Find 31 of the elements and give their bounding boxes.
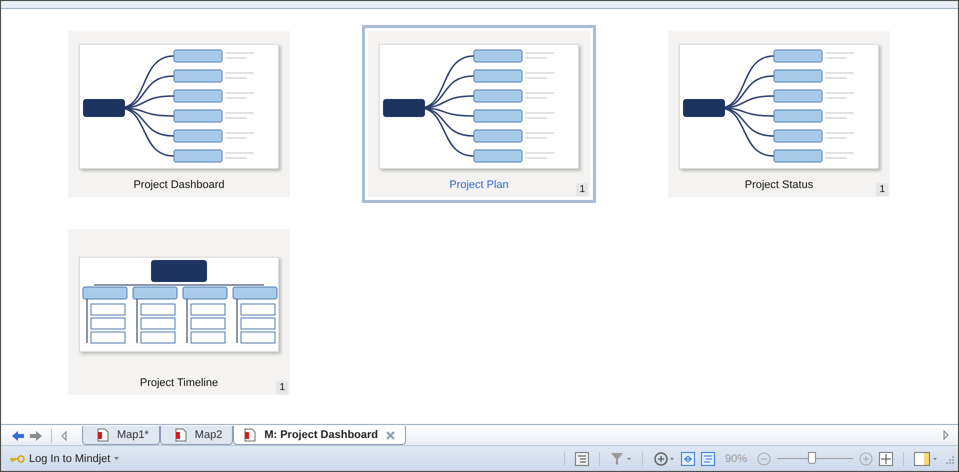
login-button[interactable]: Log In to Mindjet [9, 452, 120, 464]
template-card[interactable]: Project Plan 1 [362, 25, 596, 203]
card-title: Project Dashboard [133, 179, 225, 191]
resize-grip-icon[interactable] [944, 454, 954, 464]
document-tab[interactable]: Map1* [82, 426, 160, 445]
outline-view-icon[interactable] [574, 452, 589, 466]
count-badge: 1 [576, 183, 588, 196]
document-tab[interactable]: M: Project Dashboard [233, 426, 406, 445]
card-title: Project Plan [449, 179, 509, 191]
document-icon [174, 428, 187, 442]
card-title: Project Status [744, 179, 814, 191]
close-icon[interactable] [386, 430, 396, 440]
card-title: Project Timeline [140, 377, 218, 389]
back-arrow-icon[interactable] [11, 430, 25, 442]
forward-arrow-icon[interactable] [29, 430, 43, 442]
zoom-in-icon[interactable] [859, 452, 873, 466]
align-topics-icon[interactable] [700, 452, 715, 466]
count-badge: 1 [876, 183, 888, 196]
panel-toggle-icon[interactable] [914, 452, 938, 466]
dropdown-caret-icon [114, 457, 120, 460]
document-icon [244, 428, 256, 442]
scroll-right-icon[interactable] [942, 429, 950, 441]
zoom-slider-thumb[interactable] [808, 452, 816, 464]
zoom-percent: 90% [724, 452, 747, 464]
count-badge: 1 [276, 381, 288, 394]
document-icon [97, 428, 109, 442]
document-tab[interactable]: Map2 [160, 426, 234, 445]
zoom-out-icon[interactable] [757, 452, 771, 466]
key-icon [9, 454, 25, 462]
scroll-left-icon[interactable] [60, 430, 68, 442]
filter-icon[interactable] [610, 452, 632, 466]
